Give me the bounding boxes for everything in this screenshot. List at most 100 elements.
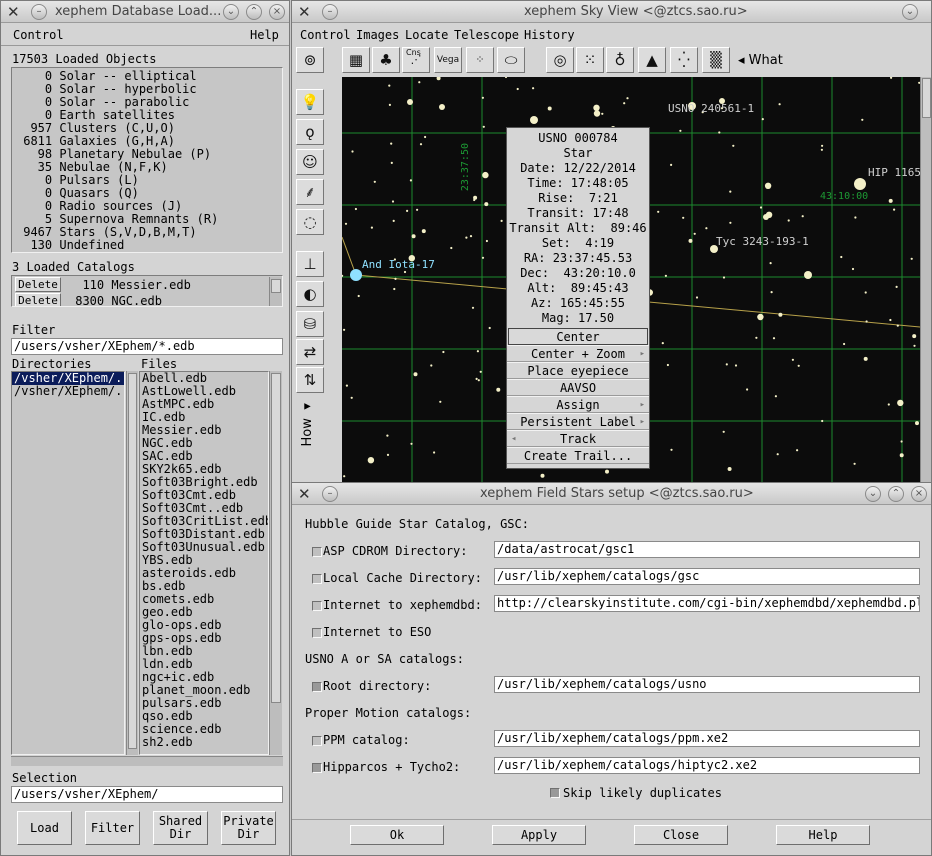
star[interactable]	[626, 97, 629, 100]
moon-icon[interactable]: ◐	[296, 281, 324, 307]
star[interactable]	[861, 118, 864, 121]
star[interactable]	[465, 236, 468, 239]
star[interactable]	[367, 457, 375, 464]
star[interactable]	[357, 294, 360, 298]
title-bar[interactable]: ✕ – xephem Sky View <@ztcs.sao.ru> ⌄	[292, 1, 931, 23]
star[interactable]	[488, 326, 491, 330]
target-icon[interactable]: ◎	[546, 47, 574, 73]
star[interactable]	[755, 336, 758, 339]
apply-button[interactable]: Apply	[492, 825, 586, 845]
star[interactable]	[475, 377, 478, 380]
axes-icon[interactable]: ⊥	[296, 251, 324, 277]
star[interactable]	[666, 363, 669, 367]
star[interactable]	[770, 291, 773, 294]
star[interactable]	[896, 324, 899, 327]
catalog-enable-checkbox[interactable]	[312, 574, 322, 584]
star[interactable]	[761, 118, 764, 121]
window-menu-button[interactable]: –	[322, 4, 338, 20]
star[interactable]	[411, 234, 416, 239]
star[interactable]	[394, 277, 397, 280]
star[interactable]	[344, 222, 348, 225]
catalog-enable-checkbox[interactable]	[312, 763, 322, 773]
star[interactable]	[718, 131, 721, 134]
catalog-path-input[interactable]: /usr/lib/xephem/catalogs/ppm.xe2	[494, 730, 920, 747]
star[interactable]	[853, 462, 856, 465]
directories-list[interactable]: /vsher/XEphem/./vsher/XEphem/..	[11, 371, 125, 755]
star[interactable]	[899, 453, 904, 458]
star[interactable]	[391, 200, 395, 203]
menu-telescope[interactable]: Telescope	[454, 28, 519, 42]
star[interactable]	[820, 148, 823, 151]
close-dialog-button[interactable]: Close	[634, 825, 728, 845]
directories-scrollbar[interactable]	[126, 371, 138, 755]
noise-icon[interactable]: ▒	[702, 47, 730, 73]
star[interactable]	[915, 421, 919, 426]
popup-item[interactable]: Center + Zoom ▸	[507, 345, 649, 362]
maximize-button[interactable]: ⌃	[888, 486, 904, 502]
selection-input[interactable]: /users/vsher/XEphem/	[11, 786, 283, 803]
popup-item[interactable]: Center	[508, 328, 648, 345]
help-button[interactable]: Help	[776, 825, 870, 845]
window-menu-button[interactable]: –	[31, 4, 47, 20]
popup-item[interactable]: Track ◂	[507, 430, 649, 447]
star[interactable]	[418, 81, 421, 84]
catalog-path-input[interactable]: /usr/lib/xephem/catalogs/hiptyc2.xe2	[494, 757, 920, 774]
catalog-path-input[interactable]: /usr/lib/xephem/catalogs/gsc	[494, 568, 920, 585]
star[interactable]	[593, 104, 600, 111]
star[interactable]	[540, 473, 545, 478]
star[interactable]	[893, 208, 896, 211]
star[interactable]	[772, 337, 776, 340]
bulb-off-icon[interactable]: ◌	[296, 209, 324, 235]
tree-icon[interactable]: ♣	[372, 47, 400, 73]
star[interactable]	[796, 449, 799, 452]
catalog-path-input[interactable]: /usr/lib/xephem/catalogs/usno	[494, 676, 920, 693]
star[interactable]	[496, 387, 501, 392]
delete-catalog-button[interactable]: Delete	[15, 277, 61, 292]
directory-item[interactable]: /vsher/XEphem/..	[12, 385, 124, 398]
x11-icon[interactable]: ✕	[7, 3, 20, 21]
star[interactable]	[705, 227, 708, 230]
star[interactable]	[661, 342, 664, 345]
star[interactable]	[477, 379, 480, 382]
scatter-icon[interactable]: ⁛	[670, 47, 698, 73]
star[interactable]	[343, 328, 346, 331]
star[interactable]	[865, 320, 868, 323]
star[interactable]	[386, 434, 389, 437]
star[interactable]	[481, 96, 484, 99]
star[interactable]	[343, 475, 346, 478]
bulb-dim-icon[interactable]: ⸙	[296, 179, 324, 205]
star[interactable]	[854, 216, 857, 219]
catalog-scrollbar[interactable]	[269, 277, 282, 306]
star[interactable]	[593, 110, 601, 117]
star[interactable]	[900, 440, 903, 443]
star[interactable]	[821, 144, 824, 147]
star[interactable]	[410, 442, 413, 445]
menu-locate[interactable]: Locate	[405, 28, 448, 42]
popup-item[interactable]: Place eyepiece	[507, 362, 649, 379]
star[interactable]	[746, 388, 749, 391]
flip-horizontal-icon[interactable]: ⇄	[296, 339, 324, 365]
star[interactable]	[419, 143, 423, 146]
star[interactable]	[890, 77, 893, 79]
files-list[interactable]: Abell.edb AstLowell.edb AstMPC.edb IC.edb Me…	[139, 371, 269, 755]
star[interactable]	[424, 135, 427, 139]
star[interactable]	[722, 430, 725, 433]
star[interactable]	[439, 400, 442, 403]
star[interactable]	[351, 150, 354, 153]
file-item[interactable]: sh2.edb	[140, 736, 268, 749]
star[interactable]	[406, 209, 409, 212]
load-button[interactable]: Load	[17, 811, 72, 845]
star[interactable]	[787, 219, 790, 222]
ok-button[interactable]: Ok	[350, 825, 444, 845]
bright-star[interactable]	[407, 99, 413, 105]
bright-star[interactable]	[439, 104, 445, 110]
star[interactable]	[482, 125, 485, 128]
star[interactable]	[725, 363, 728, 366]
vega-icon[interactable]: Vega	[434, 47, 462, 73]
star[interactable]	[532, 87, 535, 90]
star[interactable]	[500, 219, 503, 222]
star[interactable]	[821, 419, 824, 423]
star[interactable]	[764, 182, 772, 189]
maximize-button[interactable]: ⌃	[246, 4, 262, 20]
star[interactable]	[436, 77, 441, 81]
